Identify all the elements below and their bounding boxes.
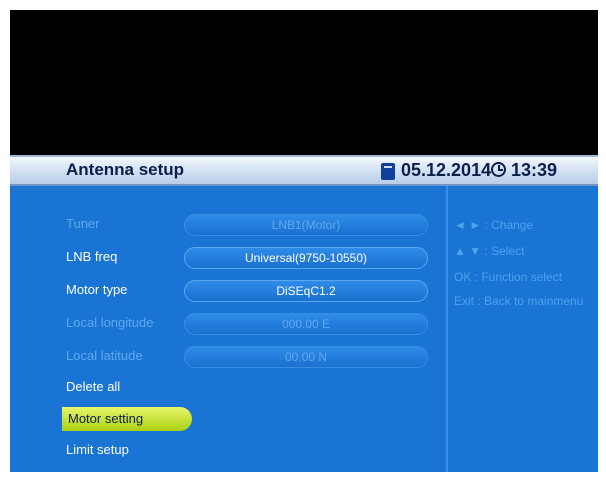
tv-screen: Antenna setup 05.12.2014 13:39 Tuner LNB…: [10, 10, 598, 472]
left-right-arrows-icon: ◄ ► :: [454, 218, 488, 232]
time-display: 13:39: [511, 160, 558, 180]
lnb-freq-field[interactable]: Universal(9750-10550): [184, 247, 428, 269]
motor-type-field[interactable]: DiSEqC1.2: [184, 280, 428, 302]
clock-icon: [491, 162, 506, 177]
help-exit: Exit : Back to mainmenu: [454, 294, 584, 308]
page-title: Antenna setup: [66, 160, 185, 179]
panel-divider: [446, 186, 448, 472]
calendar-icon: [381, 163, 395, 180]
date-display: 05.12.2014: [401, 160, 492, 180]
help-select: ▲ ▼ : Select: [454, 244, 525, 258]
local-longitude-field[interactable]: 000.00 E: [184, 313, 428, 335]
local-longitude-label: Local longitude: [66, 315, 154, 330]
motor-setting-button[interactable]: Motor setting: [62, 407, 192, 431]
tuner-label: Tuner: [66, 216, 100, 231]
header-bar: Antenna setup 05.12.2014 13:39: [10, 155, 598, 186]
local-latitude-label: Local latitude: [66, 348, 143, 363]
delete-all-button[interactable]: Delete all: [66, 379, 120, 394]
up-down-arrows-icon: ▲ ▼ :: [454, 244, 488, 258]
motor-type-label: Motor type: [66, 282, 128, 297]
help-ok: OK : Function select: [454, 270, 563, 284]
help-change: ◄ ► : Change: [454, 218, 534, 232]
local-latitude-field[interactable]: 00.00 N: [184, 346, 428, 368]
tuner-field[interactable]: LNB1(Motor): [184, 214, 428, 236]
lnb-freq-label: LNB freq: [66, 249, 118, 264]
menu-panel: Tuner LNB1(Motor) LNB freq Universal(975…: [10, 186, 598, 472]
limit-setup-button[interactable]: Limit setup: [66, 442, 129, 457]
